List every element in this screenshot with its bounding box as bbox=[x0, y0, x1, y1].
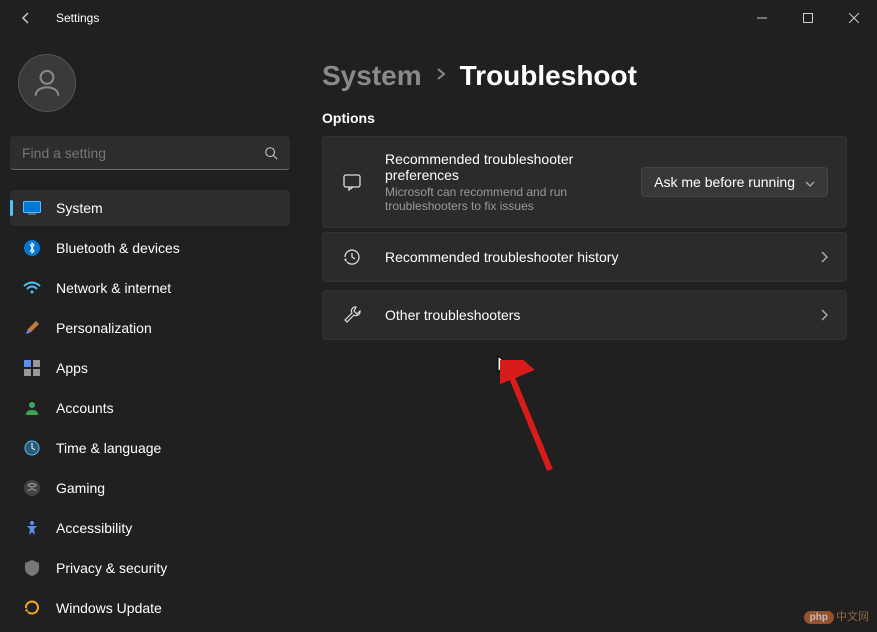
bluetooth-icon bbox=[22, 238, 42, 258]
wrench-icon bbox=[341, 305, 363, 325]
sidebar-item-gaming[interactable]: Gaming bbox=[10, 470, 290, 506]
sidebar-item-label: Accounts bbox=[56, 400, 114, 416]
chevron-right-icon bbox=[820, 251, 828, 263]
titlebar: Settings bbox=[0, 0, 877, 36]
display-icon bbox=[22, 198, 42, 218]
card-title: Recommended troubleshooter history bbox=[385, 249, 820, 265]
shield-icon bbox=[22, 558, 42, 578]
close-button[interactable] bbox=[831, 2, 877, 34]
sidebar-item-apps[interactable]: Apps bbox=[10, 350, 290, 386]
paintbrush-icon bbox=[22, 318, 42, 338]
sidebar-item-system[interactable]: System bbox=[10, 190, 290, 226]
card-troubleshooter-preferences[interactable]: Recommended troubleshooter preferences M… bbox=[322, 136, 847, 228]
watermark: php中文网 bbox=[804, 608, 869, 624]
main-content: System Troubleshoot Options Recommended … bbox=[300, 36, 877, 632]
chat-icon bbox=[341, 172, 363, 192]
troubleshooter-pref-dropdown[interactable]: Ask me before running bbox=[641, 167, 828, 197]
minimize-button[interactable] bbox=[739, 2, 785, 34]
breadcrumb-current: Troubleshoot bbox=[460, 60, 637, 92]
sidebar-item-personalization[interactable]: Personalization bbox=[10, 310, 290, 346]
apps-icon bbox=[22, 358, 42, 378]
sidebar: System Bluetooth & devices Network & int… bbox=[0, 36, 300, 632]
sidebar-item-label: Gaming bbox=[56, 480, 105, 496]
sidebar-item-label: Accessibility bbox=[56, 520, 132, 536]
sidebar-item-accessibility[interactable]: Accessibility bbox=[10, 510, 290, 546]
minimize-icon bbox=[757, 13, 767, 23]
chevron-right-icon bbox=[434, 67, 448, 86]
search-icon bbox=[264, 146, 278, 160]
sidebar-item-label: System bbox=[56, 200, 103, 216]
sidebar-item-accounts[interactable]: Accounts bbox=[10, 390, 290, 426]
history-icon bbox=[341, 247, 363, 267]
sidebar-item-label: Apps bbox=[56, 360, 88, 376]
window-controls bbox=[739, 2, 877, 34]
search-input[interactable] bbox=[22, 145, 264, 161]
chevron-down-icon bbox=[805, 174, 815, 190]
wifi-icon bbox=[22, 278, 42, 298]
profile-section[interactable] bbox=[10, 46, 290, 120]
globe-clock-icon bbox=[22, 438, 42, 458]
person-icon bbox=[22, 398, 42, 418]
back-button[interactable] bbox=[10, 2, 42, 34]
close-icon bbox=[849, 13, 859, 23]
sidebar-item-time[interactable]: Time & language bbox=[10, 430, 290, 466]
sidebar-item-privacy[interactable]: Privacy & security bbox=[10, 550, 290, 586]
card-subtitle: Microsoft can recommend and run troubles… bbox=[385, 185, 625, 213]
sidebar-item-label: Time & language bbox=[56, 440, 161, 456]
xbox-icon bbox=[22, 478, 42, 498]
card-troubleshooter-history[interactable]: Recommended troubleshooter history bbox=[322, 232, 847, 282]
arrow-left-icon bbox=[18, 10, 34, 26]
section-label: Options bbox=[322, 110, 847, 126]
nav-list: System Bluetooth & devices Network & int… bbox=[10, 190, 290, 632]
sidebar-item-label: Bluetooth & devices bbox=[56, 240, 180, 256]
breadcrumb-parent[interactable]: System bbox=[322, 60, 422, 92]
maximize-icon bbox=[803, 13, 813, 23]
person-icon bbox=[30, 66, 64, 100]
sidebar-item-label: Privacy & security bbox=[56, 560, 167, 576]
card-title: Recommended troubleshooter preferences bbox=[385, 151, 641, 183]
chevron-right-icon bbox=[820, 309, 828, 321]
sidebar-item-label: Windows Update bbox=[56, 600, 162, 616]
card-other-troubleshooters[interactable]: Other troubleshooters bbox=[322, 290, 847, 340]
avatar bbox=[18, 54, 76, 112]
breadcrumb: System Troubleshoot bbox=[322, 60, 847, 92]
accessibility-icon bbox=[22, 518, 42, 538]
maximize-button[interactable] bbox=[785, 2, 831, 34]
sidebar-item-label: Personalization bbox=[56, 320, 152, 336]
sidebar-item-bluetooth[interactable]: Bluetooth & devices bbox=[10, 230, 290, 266]
search-box[interactable] bbox=[10, 136, 290, 170]
sidebar-item-update[interactable]: Windows Update bbox=[10, 590, 290, 626]
sidebar-item-network[interactable]: Network & internet bbox=[10, 270, 290, 306]
sidebar-item-label: Network & internet bbox=[56, 280, 171, 296]
update-icon bbox=[22, 598, 42, 618]
card-title: Other troubleshooters bbox=[385, 307, 820, 323]
dropdown-label: Ask me before running bbox=[654, 174, 795, 190]
app-title: Settings bbox=[56, 11, 99, 25]
